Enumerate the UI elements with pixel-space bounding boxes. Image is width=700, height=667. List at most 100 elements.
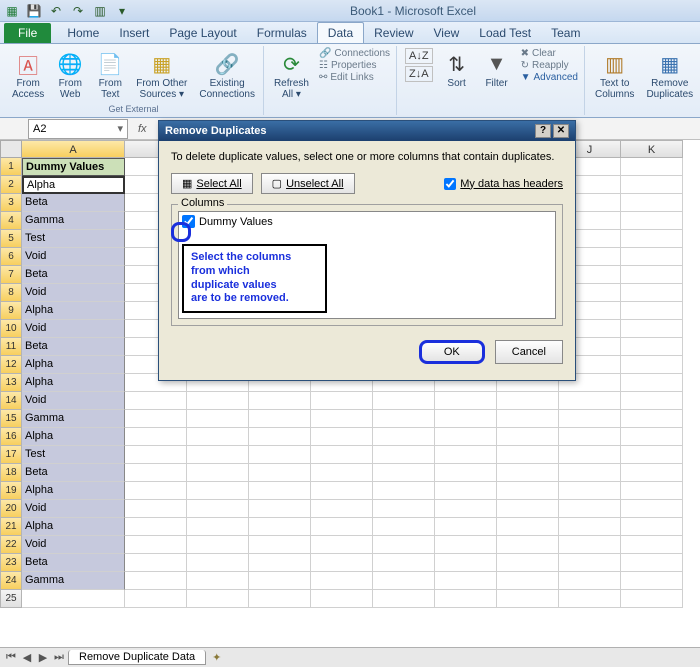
cell-empty[interactable] [559,392,621,410]
cell-empty[interactable] [187,392,249,410]
sheet-tab-active[interactable]: Remove Duplicate Data [68,650,206,665]
refresh-all-button[interactable]: ⟳Refresh All ▾ [272,48,311,102]
select-all-corner[interactable] [0,140,22,158]
from-other-button[interactable]: ▦From Other Sources ▾ [134,48,189,102]
save-icon[interactable]: 💾 [26,3,42,19]
cell-empty[interactable] [621,410,683,428]
cell-empty[interactable] [311,428,373,446]
from-access-button[interactable]: 🄰From Access [10,48,46,102]
cell-empty[interactable] [559,536,621,554]
cell-empty[interactable] [187,464,249,482]
column-item-dummy-values[interactable]: Dummy Values [182,215,552,228]
cell-empty[interactable] [249,428,311,446]
cell-empty[interactable] [497,590,559,608]
cell-empty[interactable] [621,212,683,230]
cell-empty[interactable] [125,392,187,410]
row-header[interactable]: 14 [0,392,22,410]
cell-empty[interactable] [621,302,683,320]
cell-empty[interactable] [249,572,311,590]
cell-empty[interactable] [125,518,187,536]
tab-page-layout[interactable]: Page Layout [159,23,246,43]
cell-empty[interactable] [373,410,435,428]
cell-empty[interactable] [373,554,435,572]
cell-empty[interactable] [621,464,683,482]
row-header[interactable]: 7 [0,266,22,284]
row-header[interactable]: 21 [0,518,22,536]
cell-A2[interactable]: Alpha [22,176,125,194]
advanced-filter-button[interactable]: ▼Advanced [521,72,578,83]
clear-filter-button[interactable]: ✖Clear [521,48,578,59]
cell-empty[interactable] [187,536,249,554]
cell-empty[interactable] [497,482,559,500]
cell-empty[interactable] [621,266,683,284]
cell-empty[interactable] [435,500,497,518]
cell-empty[interactable] [311,482,373,500]
cell-empty[interactable] [621,392,683,410]
cell-empty[interactable] [559,500,621,518]
cell-empty[interactable] [373,482,435,500]
cell-empty[interactable] [311,554,373,572]
sort-asc-button[interactable]: A↓Z [405,48,433,64]
cell-empty[interactable] [311,518,373,536]
cell-empty[interactable] [435,482,497,500]
cell-empty[interactable] [435,446,497,464]
tab-data[interactable]: Data [317,22,364,43]
cell-empty[interactable] [249,536,311,554]
cell-empty[interactable] [187,518,249,536]
cell-A25[interactable] [22,590,125,608]
cell-empty[interactable] [497,446,559,464]
cell-empty[interactable] [187,554,249,572]
cell-empty[interactable] [559,482,621,500]
cell-empty[interactable] [497,536,559,554]
sheet-nav-first-icon[interactable]: ⏮ [4,651,18,664]
cell-A24[interactable]: Gamma [22,572,125,590]
cell-A8[interactable]: Void [22,284,125,302]
cell-empty[interactable] [559,410,621,428]
row-header[interactable]: 16 [0,428,22,446]
cell-empty[interactable] [497,392,559,410]
cell-empty[interactable] [497,500,559,518]
connections-link[interactable]: 🔗Connections [319,48,390,59]
cell-A9[interactable]: Alpha [22,302,125,320]
cell-empty[interactable] [435,392,497,410]
sheet-nav-last-icon[interactable]: ⏭ [52,651,66,664]
row-header[interactable]: 2 [0,176,22,194]
row-header[interactable]: 25 [0,590,22,608]
row-header[interactable]: 19 [0,482,22,500]
cell-empty[interactable] [497,464,559,482]
file-tab[interactable]: File [4,23,51,43]
cell-empty[interactable] [435,572,497,590]
cell-empty[interactable] [435,590,497,608]
reapply-button[interactable]: ↻Reapply [521,60,578,71]
cell-A19[interactable]: Alpha [22,482,125,500]
cell-A18[interactable]: Beta [22,464,125,482]
tab-home[interactable]: Home [57,23,109,43]
cell-empty[interactable] [373,464,435,482]
cell-empty[interactable] [435,536,497,554]
cell-empty[interactable] [621,248,683,266]
cell-empty[interactable] [435,410,497,428]
cell-A7[interactable]: Beta [22,266,125,284]
cell-A5[interactable]: Test [22,230,125,248]
row-header[interactable]: 23 [0,554,22,572]
cancel-button[interactable]: Cancel [495,340,563,364]
cell-empty[interactable] [249,554,311,572]
cell-empty[interactable] [373,572,435,590]
ok-button[interactable]: OK [419,340,485,364]
cell-empty[interactable] [621,230,683,248]
cell-empty[interactable] [311,446,373,464]
cell-empty[interactable] [621,500,683,518]
from-web-button[interactable]: 🌐From Web [54,48,86,102]
row-header[interactable]: 17 [0,446,22,464]
cell-A20[interactable]: Void [22,500,125,518]
cell-empty[interactable] [621,320,683,338]
row-header[interactable]: 1 [0,158,22,176]
row-header[interactable]: 10 [0,320,22,338]
cell-empty[interactable] [621,428,683,446]
cell-empty[interactable] [311,500,373,518]
cell-empty[interactable] [311,590,373,608]
cell-A1[interactable]: Dummy Values [22,158,125,176]
cell-A3[interactable]: Beta [22,194,125,212]
name-box[interactable]: A2 ▾ [28,119,128,139]
cell-A16[interactable]: Alpha [22,428,125,446]
